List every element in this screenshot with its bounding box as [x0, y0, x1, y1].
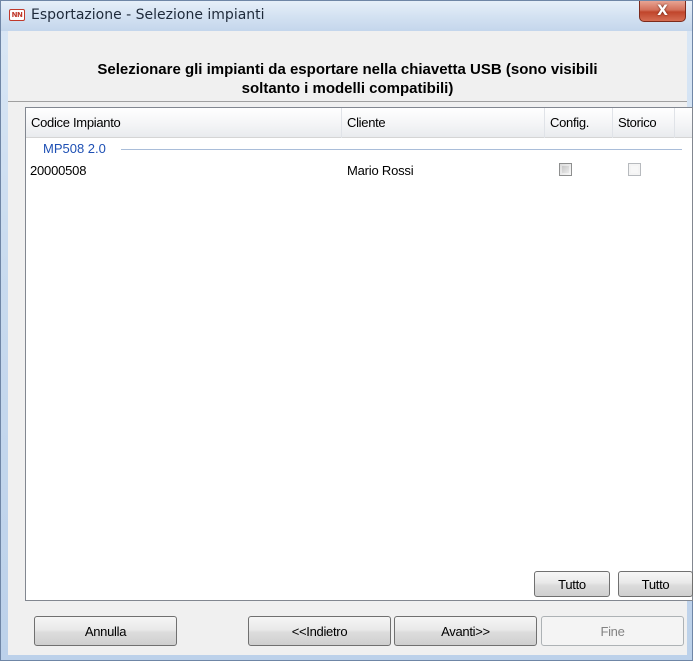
instructions-line-1: Selezionare gli impianti da esportare ne…	[97, 61, 598, 78]
select-all-config-button[interactable]: Tutto	[534, 571, 610, 597]
instructions-line-2: soltanto i modelli compatibili)	[241, 80, 454, 97]
column-storico[interactable]: Storico	[613, 108, 675, 138]
window-title: Esportazione - Selezione impianti	[31, 7, 265, 23]
export-dialog-window: NN Esportazione - Selezione impianti X S…	[0, 0, 693, 661]
cell-cliente: Mario Rossi	[347, 163, 414, 178]
fine-button[interactable]: Fine	[541, 616, 684, 646]
app-logo-text: NN	[11, 11, 23, 19]
annulla-button[interactable]: Annulla	[34, 616, 177, 646]
instructions-header: Selezionare gli impianti da esportare ne…	[8, 31, 687, 102]
storico-checkbox[interactable]	[628, 163, 641, 176]
column-codice-impianto[interactable]: Codice Impianto	[26, 108, 342, 138]
config-checkbox[interactable]	[559, 163, 572, 176]
table-row[interactable]: 20000508 Mario Rossi	[26, 161, 692, 183]
select-all-storico-button[interactable]: Tutto	[618, 571, 693, 597]
column-config[interactable]: Config.	[545, 108, 613, 138]
app-logo-icon: NN	[9, 9, 25, 21]
close-icon: X	[657, 3, 668, 19]
plants-list[interactable]: Codice Impianto Cliente Config. Storico …	[25, 107, 693, 601]
cell-codice: 20000508	[30, 163, 87, 178]
indietro-button[interactable]: <<Indietro	[248, 616, 391, 646]
close-button[interactable]: X	[639, 1, 686, 22]
title-bar[interactable]: NN Esportazione - Selezione impianti X	[1, 1, 692, 31]
group-header: MP508 2.0	[26, 138, 692, 158]
avanti-button[interactable]: Avanti>>	[394, 616, 537, 646]
group-divider	[121, 149, 682, 150]
column-cliente[interactable]: Cliente	[342, 108, 545, 138]
group-label: MP508 2.0	[43, 141, 111, 156]
list-column-header: Codice Impianto Cliente Config. Storico	[26, 108, 692, 138]
